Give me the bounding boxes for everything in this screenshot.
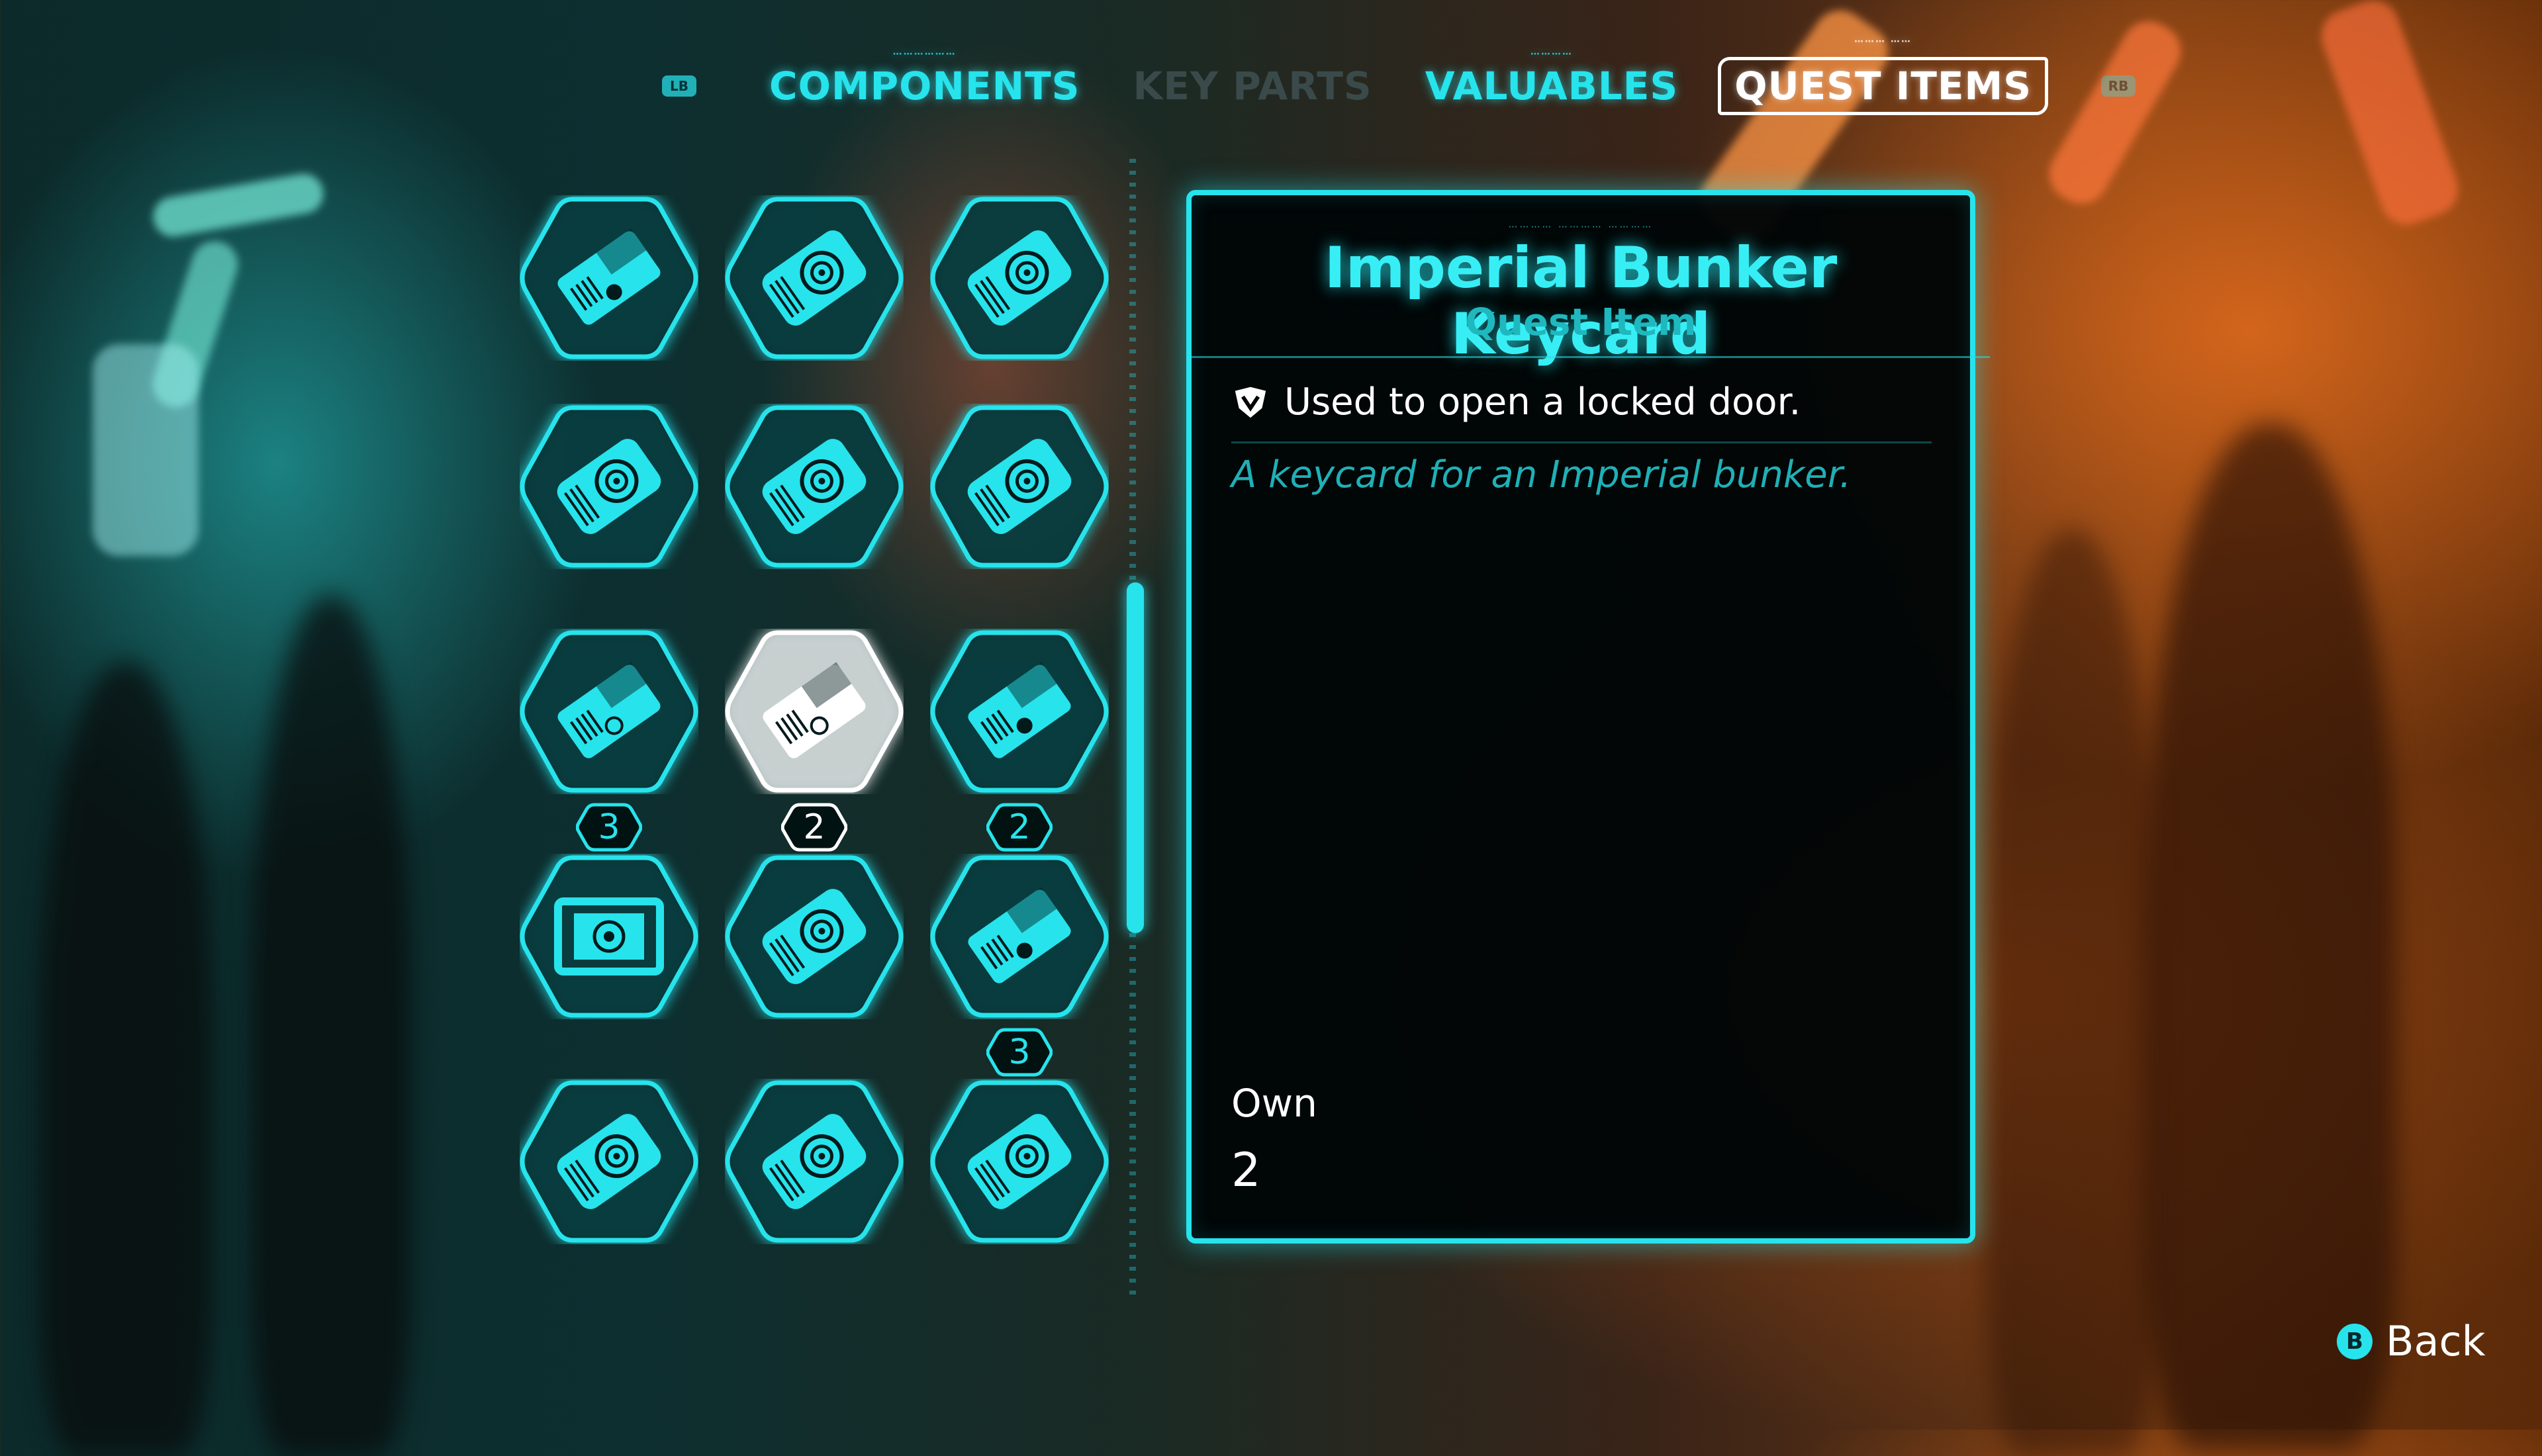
tab-label: QUEST ITEMS bbox=[1734, 64, 2032, 109]
own-label: Own bbox=[1231, 1081, 1317, 1126]
rb-bumper-icon[interactable]: RB bbox=[2101, 75, 2136, 97]
imperial-keycard-icon bbox=[520, 630, 698, 793]
stack-count: 2 bbox=[1008, 807, 1031, 847]
disc-drive-icon bbox=[930, 1080, 1109, 1243]
inventory-slot[interactable] bbox=[930, 195, 1109, 361]
inventory-slot[interactable]: 3 bbox=[520, 629, 698, 852]
stack-count-badge: 3 bbox=[575, 802, 643, 852]
stack-count: 3 bbox=[1008, 1032, 1031, 1072]
tab-components[interactable]: ⋯⋯⋯⋯⋯⋯ COMPONENTS bbox=[756, 49, 1093, 119]
inventory-slot[interactable] bbox=[725, 854, 904, 1019]
rebel-shield-icon bbox=[1235, 387, 1266, 418]
disc-drive-icon bbox=[930, 405, 1109, 568]
item-flavor-text: A keycard for an Imperial bunker. bbox=[1231, 453, 1852, 496]
tab-label: KEY PARTS bbox=[1133, 64, 1372, 109]
inventory-grid: 3 2 2 3 bbox=[510, 197, 1132, 1281]
inventory-slot[interactable] bbox=[520, 404, 698, 569]
inventory-slot[interactable]: 3 bbox=[930, 854, 1109, 1077]
item-detail-panel: ⋯⋯⋯⋯ ⋯⋯⋯⋯ ⋯⋯⋯⋯ Imperial Bunker Keycard Q… bbox=[1186, 190, 1990, 1244]
tab-valuables[interactable]: ⋯⋯⋯⋯ VALUABLES bbox=[1412, 49, 1692, 119]
aurebesh-glyphs: ⋯⋯⋯⋯⋯⋯ bbox=[892, 49, 957, 60]
inventory-slot[interactable]: 2 bbox=[930, 629, 1109, 852]
disc-drive-icon bbox=[520, 405, 698, 568]
lb-bumper-icon[interactable]: LB bbox=[662, 75, 696, 97]
stack-count: 3 bbox=[598, 807, 620, 847]
scrollbar-thumb[interactable] bbox=[1127, 582, 1144, 933]
stack-count-badge: 2 bbox=[986, 802, 1053, 852]
inventory-slot[interactable] bbox=[725, 1079, 904, 1244]
inventory-slot[interactable] bbox=[520, 854, 698, 1019]
keycard-icon bbox=[930, 630, 1109, 793]
tab-key-parts[interactable]: KEY PARTS bbox=[1119, 53, 1385, 119]
disc-drive-icon bbox=[725, 197, 904, 359]
imperial-chip-icon bbox=[520, 855, 698, 1018]
aurebesh-glyphs: ⋯⋯⋯⋯ bbox=[1530, 49, 1573, 60]
stack-count-badge: 2 bbox=[780, 802, 848, 852]
usage-text: Used to open a locked door. bbox=[1284, 381, 1801, 424]
divider bbox=[1192, 356, 1990, 358]
stack-count: 2 bbox=[803, 807, 825, 847]
tab-label: VALUABLES bbox=[1425, 64, 1679, 109]
inventory-slot[interactable] bbox=[725, 195, 904, 361]
aurebesh-glyphs: ⋯⋯⋯⋯ ⋯⋯⋯⋯ ⋯⋯⋯⋯ bbox=[1508, 222, 1654, 232]
inventory-slot[interactable] bbox=[520, 195, 698, 361]
own-count: 2 bbox=[1231, 1143, 1261, 1197]
tab-label: COMPONENTS bbox=[769, 64, 1080, 109]
keycard-icon bbox=[520, 197, 698, 359]
keycard-icon bbox=[930, 855, 1109, 1018]
disc-drive-icon bbox=[725, 855, 904, 1018]
divider bbox=[1231, 441, 1932, 443]
item-category: Quest Item bbox=[1465, 301, 1697, 344]
inventory-slot[interactable] bbox=[725, 404, 904, 569]
tab-quest-items[interactable]: ⋯⋯⋯ ⋯⋯ QUEST ITEMS bbox=[1718, 36, 2048, 115]
aurebesh-glyphs: ⋯⋯⋯ ⋯⋯ bbox=[1854, 36, 1912, 47]
back-label: Back bbox=[2386, 1317, 2486, 1365]
disc-drive-icon bbox=[725, 1080, 904, 1243]
category-tab-bar: LB ⋯⋯⋯⋯⋯⋯ COMPONENTS KEY PARTS ⋯⋯⋯⋯ VALU… bbox=[662, 36, 2136, 132]
disc-drive-icon bbox=[930, 197, 1109, 359]
inventory-slot[interactable]: 2 bbox=[725, 629, 904, 852]
back-prompt[interactable]: B Back bbox=[2337, 1317, 2486, 1365]
inventory-slot[interactable] bbox=[520, 1079, 698, 1244]
disc-drive-icon bbox=[520, 1080, 698, 1243]
stack-count-badge: 3 bbox=[986, 1027, 1053, 1077]
disc-drive-icon bbox=[725, 405, 904, 568]
item-usage: Used to open a locked door. bbox=[1231, 381, 1801, 424]
b-button-icon: B bbox=[2337, 1323, 2373, 1359]
inventory-slot[interactable] bbox=[930, 1079, 1109, 1244]
inventory-slot[interactable] bbox=[930, 404, 1109, 569]
imperial-keycard-icon bbox=[725, 630, 904, 793]
